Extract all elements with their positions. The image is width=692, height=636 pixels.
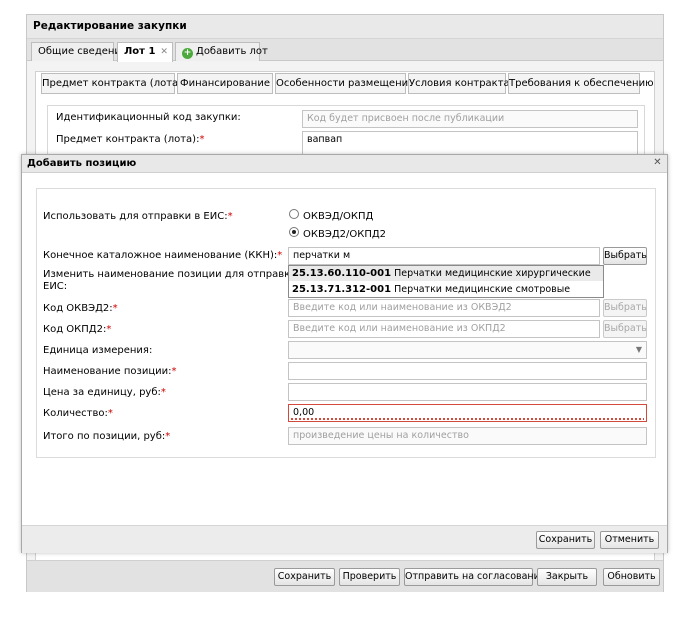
list-item[interactable]: 25.13.60.110-001 Перчатки медицинские хи… <box>289 266 603 281</box>
outer-button-bar: Сохранить Проверить Отправить на согласо… <box>27 560 663 592</box>
required-mark: * <box>165 431 171 442</box>
radio-okved-okpd-label[interactable]: ОКВЭД/ОКПД <box>303 211 373 222</box>
save-button[interactable]: Сохранить <box>274 568 335 586</box>
tab-general-label: Общие сведения <box>38 46 127 57</box>
send-for-approval-button[interactable]: Отправить на согласование <box>404 568 546 586</box>
okved2-choose-button[interactable]: Выбрать <box>603 299 647 317</box>
total-field: произведение цены на количество <box>288 427 647 445</box>
okpd2-choose-button[interactable]: Выбрать <box>603 320 647 338</box>
close-icon[interactable]: ✕ <box>160 47 168 57</box>
use-eis-label-text: Использовать для отправки в ЕИС: <box>43 211 228 222</box>
unit-select[interactable]: ▼ <box>288 341 647 359</box>
required-mark: * <box>199 134 205 145</box>
dialog-cancel-button[interactable]: Отменить <box>600 531 659 549</box>
rename-label-line1: Изменить наименование позиции для отправ… <box>43 269 306 280</box>
tab-financing[interactable]: Финансирование <box>177 73 273 94</box>
error-underline <box>291 418 644 420</box>
check-button[interactable]: Проверить <box>339 568 400 586</box>
required-mark: * <box>160 387 166 398</box>
total-label: Итого по позиции, руб:* <box>43 431 170 442</box>
list-item[interactable]: 25.13.71.312-001 Перчатки медицинские см… <box>289 282 603 297</box>
subject-label: Предмет контракта (лота):* <box>56 134 204 145</box>
dialog-save-button[interactable]: Сохранить <box>536 531 595 549</box>
tab-add-lot-label: Добавить лот <box>196 46 268 57</box>
okpd2-label: Код ОКПД2:* <box>43 324 111 335</box>
kkn-label-text: Конечное каталожное наименование (ККН): <box>43 250 278 261</box>
quantity-label-text: Количество: <box>43 408 108 419</box>
tab-placement-features[interactable]: Особенности размещения <box>275 73 414 94</box>
okved2-label: Код ОКВЭД2:* <box>43 303 118 314</box>
position-name-input[interactable] <box>288 362 647 380</box>
add-position-dialog: Добавить позицию ✕ Использовать для отпр… <box>21 154 668 553</box>
dialog-title: Добавить позицию <box>22 155 667 173</box>
id-code-label: Идентификационный код закупки: <box>56 112 241 123</box>
price-label-text: Цена за единицу, руб: <box>43 387 161 398</box>
position-name-label-text: Наименование позиции: <box>43 366 172 377</box>
unit-label: Единица измерения: <box>43 345 153 356</box>
required-mark: * <box>277 250 283 261</box>
suggestion-name: Перчатки медицинские хирургические <box>394 268 591 279</box>
okved2-input[interactable]: Введите код или наименование из ОКВЭД2 <box>288 299 600 317</box>
required-mark: * <box>107 408 113 419</box>
kkn-choose-button[interactable]: Выбрать <box>603 247 647 265</box>
plus-icon: + <box>182 48 193 59</box>
radio-okved2-okpd2-label[interactable]: ОКВЭД2/ОКПД2 <box>303 229 386 240</box>
rename-label-line2: ЕИС: <box>43 281 68 292</box>
price-input[interactable] <box>288 383 647 401</box>
tab-lot-1-label: Лот 1 <box>124 46 156 57</box>
close-icon[interactable]: ✕ <box>652 158 663 169</box>
required-mark: * <box>227 211 233 222</box>
window-title: Редактирование закупки <box>27 15 663 39</box>
tab-contract-terms[interactable]: Условия контракта <box>408 73 510 94</box>
id-code-field: Код будет присвоен после публикации <box>302 110 638 128</box>
kkn-input[interactable]: перчатки м <box>288 247 600 265</box>
dialog-button-bar: Сохранить Отменить <box>22 525 667 553</box>
lot-sub-tabs: Предмет контракта (лота) Финансирование … <box>41 73 654 95</box>
required-mark: * <box>106 324 112 335</box>
suggestion-name: Перчатки медицинские смотровые <box>394 284 571 295</box>
required-mark: * <box>112 303 118 314</box>
tab-general[interactable]: Общие сведения <box>31 42 127 61</box>
suggestion-code: 25.13.71.312-001 <box>292 284 392 295</box>
suggestion-code: 25.13.60.110-001 <box>292 268 392 279</box>
total-label-text: Итого по позиции, руб: <box>43 431 166 442</box>
radio-okved-okpd[interactable] <box>289 209 299 219</box>
radio-okved2-okpd2[interactable] <box>289 227 299 237</box>
quantity-label: Количество:* <box>43 408 113 419</box>
subject-label-text: Предмет контракта (лота): <box>56 134 200 145</box>
price-label: Цена за единицу, руб:* <box>43 387 166 398</box>
refresh-button[interactable]: Обновить <box>603 568 660 586</box>
quantity-value: 0,00 <box>293 407 315 418</box>
tab-lot-1[interactable]: Лот 1 ✕ <box>117 42 173 62</box>
tab-add-lot[interactable]: + Добавить лот <box>175 42 268 61</box>
use-eis-label: Использовать для отправки в ЕИС:* <box>43 211 233 222</box>
kkn-suggestions: 25.13.60.110-001 Перчатки медицинские хи… <box>288 265 604 298</box>
okved2-label-text: Код ОКВЭД2: <box>43 303 113 314</box>
kkn-label: Конечное каталожное наименование (ККН):* <box>43 250 282 261</box>
tab-security-requirements[interactable]: Требования к обеспечению <box>508 73 654 94</box>
position-name-label: Наименование позиции:* <box>43 366 177 377</box>
quantity-input[interactable]: 0,00 <box>288 404 647 422</box>
okpd2-label-text: Код ОКПД2: <box>43 324 107 335</box>
close-button[interactable]: Закрыть <box>537 568 597 586</box>
required-mark: * <box>171 366 177 377</box>
chevron-down-icon[interactable]: ▼ <box>634 345 644 355</box>
okpd2-input[interactable]: Введите код или наименование из ОКПД2 <box>288 320 600 338</box>
lot-tabs: Общие сведения Лот 1 ✕ + Добавить лот <box>27 39 663 62</box>
tab-contract-subject[interactable]: Предмет контракта (лота) <box>41 73 182 94</box>
